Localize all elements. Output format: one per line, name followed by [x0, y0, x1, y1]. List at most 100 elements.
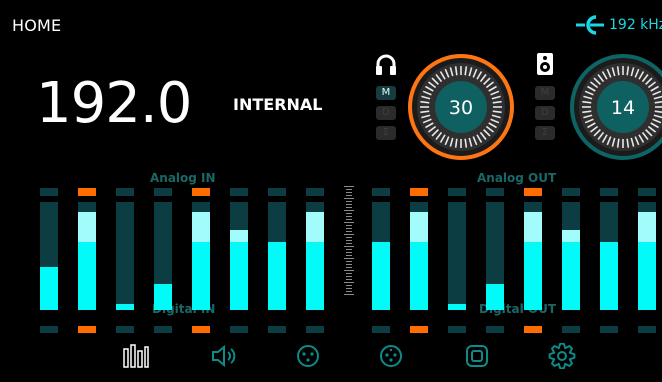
- level-fill: [192, 241, 210, 310]
- peak-indicator: [600, 188, 618, 196]
- level-bar: [154, 202, 172, 310]
- headphone-mode-mono[interactable]: M: [376, 86, 396, 100]
- output-meter-7: [600, 188, 618, 336]
- peak-indicator: [372, 188, 390, 196]
- input-meter-4: [154, 188, 172, 336]
- level-bar: [524, 202, 542, 310]
- level-bar: [372, 202, 390, 310]
- sample-rate-text: 192 kHz: [609, 17, 662, 33]
- output-meter-2: [410, 188, 428, 336]
- output-meter-6: [562, 188, 580, 336]
- nav-device[interactable]: [463, 343, 491, 369]
- speaker-mode-mono[interactable]: M: [535, 86, 555, 100]
- input-meter-2: [78, 188, 96, 336]
- digital-indicator: [562, 326, 580, 333]
- level-fill: [116, 303, 134, 310]
- settings-gear-icon: [548, 343, 576, 369]
- level-bar: [40, 202, 58, 310]
- level-fill: [306, 241, 324, 310]
- headphone-mode-dim[interactable]: D: [376, 106, 396, 120]
- level-bar: [638, 202, 656, 310]
- digital-indicator: [600, 326, 618, 333]
- level-fill: [448, 303, 466, 310]
- digital-indicator: [230, 326, 248, 333]
- analog-in-label: Analog IN: [150, 171, 216, 185]
- input-meter-3: [116, 188, 134, 336]
- digital-indicator: [410, 326, 428, 333]
- speaker-mode-group: M D Σ: [535, 86, 555, 140]
- digital-indicator: [116, 326, 134, 333]
- headphone-volume-value: 30: [449, 97, 473, 119]
- digital-indicator: [154, 326, 172, 333]
- input-meter-1: [40, 188, 58, 336]
- speaker-volume-knob[interactable]: 14: [568, 52, 662, 162]
- nav-outputs[interactable]: [377, 343, 405, 369]
- level-bar: [192, 202, 210, 310]
- level-bar: [448, 202, 466, 310]
- level-bar: [410, 202, 428, 310]
- nav-inputs[interactable]: [294, 343, 322, 369]
- peak-indicator: [638, 188, 656, 196]
- level-fill: [40, 266, 58, 310]
- peak-indicator: [562, 188, 580, 196]
- level-fill: [268, 241, 286, 310]
- peak-indicator: [486, 188, 504, 196]
- output-meter-1: [372, 188, 390, 336]
- page-title: HOME: [12, 16, 62, 35]
- input-meter-8: [306, 188, 324, 336]
- digital-indicator: [524, 326, 542, 333]
- analog-out-label: Analog OUT: [477, 171, 557, 185]
- speaker-mode-dim[interactable]: D: [535, 106, 555, 120]
- level-bar: [562, 202, 580, 310]
- speaker-icon: [537, 53, 553, 75]
- output-meter-8: [638, 188, 656, 336]
- peak-indicator: [306, 188, 324, 196]
- headphone-volume-knob[interactable]: 30: [406, 52, 516, 162]
- input-meter-7: [268, 188, 286, 336]
- level-bar: [116, 202, 134, 310]
- digital-indicator: [638, 326, 656, 333]
- nav-settings[interactable]: [548, 343, 576, 369]
- speaker-volume-value: 14: [611, 97, 635, 119]
- level-bar: [600, 202, 618, 310]
- clock-source[interactable]: INTERNAL: [233, 95, 322, 114]
- digital-indicator: [78, 326, 96, 333]
- peak-indicator: [410, 188, 428, 196]
- level-bar: [78, 202, 96, 310]
- input-meter-6: [230, 188, 248, 336]
- peak-indicator: [448, 188, 466, 196]
- headphone-mode-sum[interactable]: Σ: [376, 126, 396, 140]
- home-screen: HOME 192 kHz 192.0 INTERNAL M D Σ 30 M D…: [0, 0, 662, 382]
- level-fill: [230, 241, 248, 310]
- peak-indicator: [268, 188, 286, 196]
- digital-indicator: [268, 326, 286, 333]
- level-fill: [372, 241, 390, 310]
- output-meter-4: [486, 188, 504, 336]
- speaker-volume-icon: [212, 344, 236, 368]
- digital-indicator: [40, 326, 58, 333]
- output-meter-5: [524, 188, 542, 336]
- digital-indicator: [448, 326, 466, 333]
- output-meter-3: [448, 188, 466, 336]
- peak-indicator: [230, 188, 248, 196]
- level-fill: [524, 241, 542, 310]
- headphones-icon: [376, 54, 396, 75]
- level-fill: [78, 241, 96, 310]
- speaker-mode-sum[interactable]: Σ: [535, 126, 555, 140]
- digital-indicator: [306, 326, 324, 333]
- nav-meters[interactable]: [122, 343, 150, 369]
- input-meter-5: [192, 188, 210, 336]
- peak-indicator: [116, 188, 134, 196]
- sample-rate-indicator[interactable]: 192 kHz: [576, 13, 662, 37]
- level-bar: [230, 202, 248, 310]
- peak-indicator: [40, 188, 58, 196]
- level-fill: [600, 241, 618, 310]
- meters-icon: [123, 344, 149, 368]
- device-icon: [466, 345, 488, 367]
- xlr-input-icon: [297, 345, 319, 367]
- level-fill: [638, 241, 656, 310]
- connector-icon: [576, 15, 604, 35]
- peak-indicator: [78, 188, 96, 196]
- digital-indicator: [486, 326, 504, 333]
- nav-volume[interactable]: [210, 343, 238, 369]
